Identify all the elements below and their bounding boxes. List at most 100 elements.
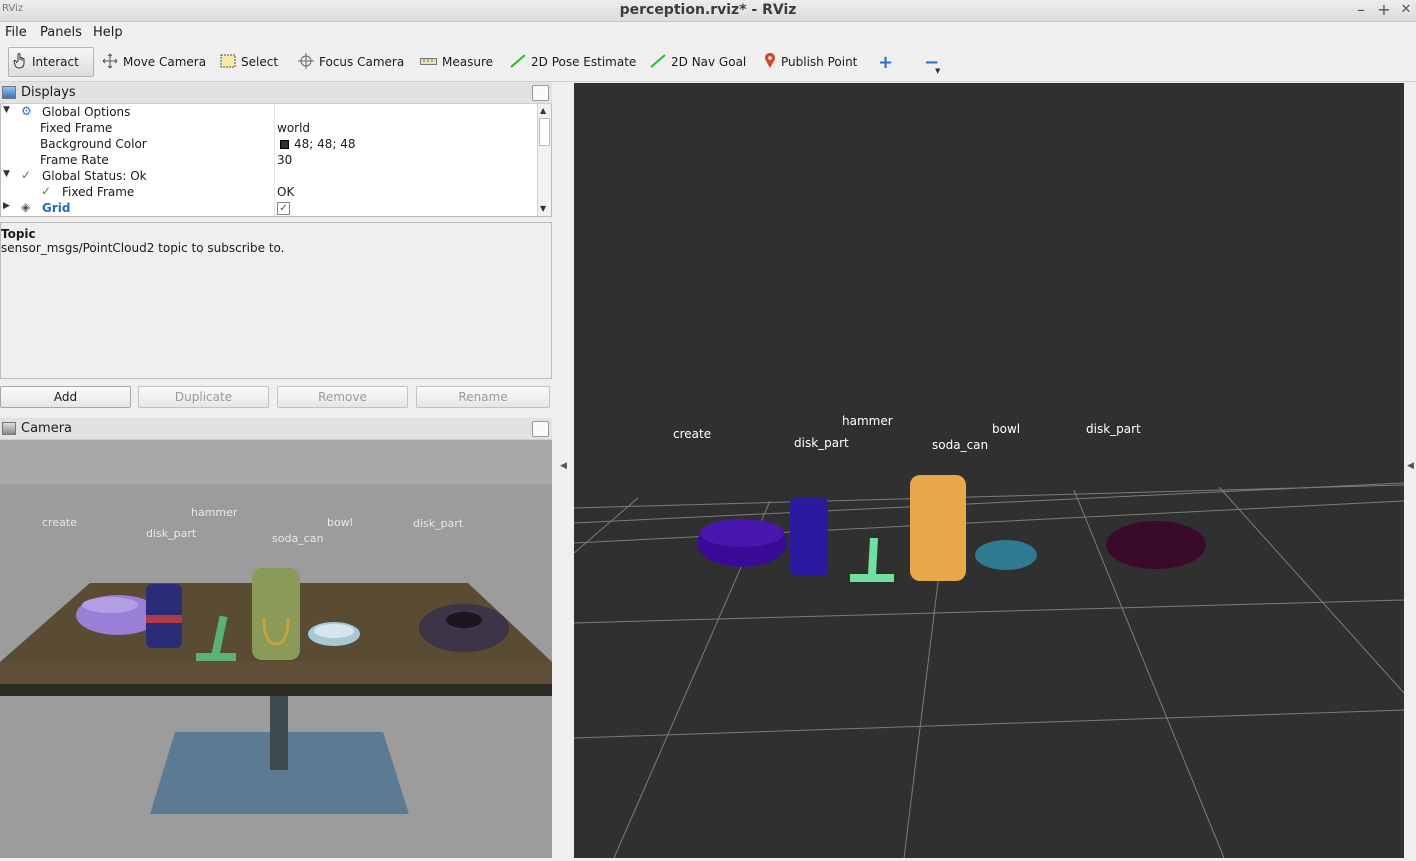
scroll-down-arrow-icon[interactable]: ▼	[540, 204, 546, 213]
camera-image-view[interactable]: create disk_part hammer soda_can bowl di…	[0, 440, 552, 858]
add-display-button[interactable]: Add	[0, 386, 131, 408]
gear-icon: ⚙	[21, 104, 32, 118]
dropdown-arrow-icon: ▼	[935, 67, 941, 75]
tree-row-fixed-frame-status[interactable]: ✓ Fixed Frame OK	[1, 184, 538, 200]
displays-panel-header: Displays	[0, 82, 552, 104]
camera-label-hammer: hammer	[191, 506, 238, 519]
scroll-up-arrow-icon[interactable]: ▲	[540, 106, 546, 115]
tree-row-background-color[interactable]: Background Color 48; 48; 48	[1, 136, 538, 152]
publish-point-tool-button[interactable]: Publish Point	[760, 47, 861, 77]
row-value: OK	[277, 185, 295, 199]
viewport-label-bowl: bowl	[992, 422, 1021, 436]
move-camera-tool-button[interactable]: Move Camera	[98, 47, 210, 77]
tree-row-global-options[interactable]: ▼ ⚙ Global Options	[1, 104, 538, 120]
row-label: Global Status: Ok	[42, 169, 147, 183]
add-tool-button[interactable]: +	[874, 47, 897, 77]
monitor-icon	[2, 86, 16, 99]
publish-point-label: Publish Point	[781, 55, 858, 69]
tree-row-fixed-frame[interactable]: Fixed Frame world	[1, 120, 538, 136]
expand-arrow-icon[interactable]: ▶	[3, 201, 10, 211]
camera-label-disk-part: disk_part	[146, 527, 197, 540]
map-pin-icon	[764, 52, 776, 72]
crosshair-icon	[298, 52, 314, 72]
viewport-label-hammer: hammer	[842, 414, 893, 428]
undock-button[interactable]	[532, 85, 549, 101]
collapse-arrow-icon[interactable]: ▼	[3, 105, 10, 115]
description-title: Topic	[1, 227, 36, 241]
3d-render-viewport[interactable]: create disk_part hammer soda_can bowl di…	[573, 83, 1405, 859]
tree-row-frame-rate[interactable]: Frame Rate 30	[1, 152, 538, 168]
measure-tool-button[interactable]: Measure	[416, 47, 497, 77]
row-label: Grid	[42, 201, 71, 215]
camera-icon	[2, 422, 16, 435]
viewport-label-create: create	[673, 427, 712, 441]
row-value[interactable]: 48; 48; 48	[294, 137, 356, 151]
row-label: Background Color	[40, 137, 147, 151]
row-label: Frame Rate	[40, 153, 109, 167]
row-label: Global Options	[42, 105, 131, 119]
move-camera-label: Move Camera	[123, 55, 207, 69]
maximize-button[interactable]: +	[1375, 0, 1393, 19]
camera-scene	[0, 440, 552, 858]
menu-bar: File Panels Help	[0, 22, 1416, 42]
menu-help[interactable]: Help	[93, 25, 123, 40]
ruler-icon	[420, 55, 437, 69]
grid-scene	[573, 475, 1405, 859]
viewport-label-soda-can: soda_can	[932, 438, 989, 452]
duplicate-display-button[interactable]: Duplicate	[138, 386, 269, 408]
interact-label: Interact	[32, 55, 79, 69]
interact-tool-button[interactable]: Interact	[8, 47, 94, 77]
tree-scrollbar[interactable]: ▲ ▼	[537, 104, 551, 216]
title-bar: RViz perception.rviz* - RViz – + ✕	[0, 0, 1416, 22]
menu-panels[interactable]: Panels	[40, 25, 82, 40]
displays-title: Displays	[21, 85, 76, 100]
row-label: Fixed Frame	[40, 121, 113, 135]
remove-display-button[interactable]: Remove	[277, 386, 408, 408]
green-arrow-icon	[650, 53, 666, 71]
color-swatch[interactable]	[280, 140, 289, 149]
grid-enabled-checkbox[interactable]: ✓	[277, 202, 290, 215]
row-value[interactable]: world	[277, 121, 310, 135]
scroll-thumb[interactable]	[539, 118, 550, 146]
measure-label: Measure	[442, 55, 493, 69]
collapse-right-arrow-icon[interactable]: ◀	[1407, 461, 1414, 471]
tree-row-grid[interactable]: ▶ ◈ Grid ✓	[1, 200, 538, 216]
collapse-left-arrow-icon[interactable]: ◀	[560, 461, 567, 471]
toolbar: Interact Move Camera Select Focus Camera…	[0, 42, 1416, 82]
pose-estimate-tool-button[interactable]: 2D Pose Estimate	[506, 47, 640, 77]
select-tool-button[interactable]: Select	[216, 47, 282, 77]
undock-button[interactable]	[532, 421, 549, 437]
property-description: Topic sensor_msgs/PointCloud2 topic to s…	[0, 222, 552, 379]
description-text: sensor_msgs/PointCloud2 topic to subscri…	[1, 241, 285, 255]
check-icon: ✓	[41, 184, 52, 198]
row-label: Fixed Frame	[62, 185, 135, 199]
close-button[interactable]: ✕	[1397, 2, 1415, 17]
camera-label-disk-part-2: disk_part	[413, 517, 464, 530]
nav-goal-label: 2D Nav Goal	[671, 55, 747, 69]
camera-label-soda-can: soda_can	[272, 532, 324, 545]
rename-display-button[interactable]: Rename	[416, 386, 550, 408]
viewport-label-disk-part-2: disk_part	[1086, 422, 1141, 436]
collapse-arrow-icon[interactable]: ▼	[3, 169, 10, 179]
green-arrow-icon	[510, 53, 526, 71]
camera-panel-header: Camera	[0, 418, 552, 440]
selection-box-icon	[220, 54, 236, 71]
pose-estimate-label: 2D Pose Estimate	[531, 55, 637, 69]
row-value[interactable]: 30	[277, 153, 292, 167]
grid-icon: ◈	[21, 200, 31, 214]
camera-label-create: create	[42, 516, 77, 529]
panel-splitter[interactable]: ◀	[552, 83, 574, 858]
displays-tree: ▼ ⚙ Global Options Fixed Frame world Bac…	[0, 104, 552, 217]
camera-title: Camera	[21, 421, 73, 436]
focus-camera-tool-button[interactable]: Focus Camera	[294, 47, 408, 77]
hand-pointer-icon	[13, 52, 27, 72]
select-label: Select	[241, 55, 279, 69]
right-dock-splitter[interactable]: ◀	[1404, 83, 1416, 858]
nav-goal-tool-button[interactable]: 2D Nav Goal	[646, 47, 750, 77]
minimize-button[interactable]: –	[1352, 0, 1370, 19]
remove-tool-button[interactable]: − ▼	[920, 47, 943, 77]
menu-file[interactable]: File	[5, 25, 27, 40]
focus-camera-label: Focus Camera	[319, 55, 405, 69]
viewport-label-disk-part: disk_part	[794, 436, 849, 450]
tree-row-global-status[interactable]: ▼ ✓ Global Status: Ok	[1, 168, 538, 184]
